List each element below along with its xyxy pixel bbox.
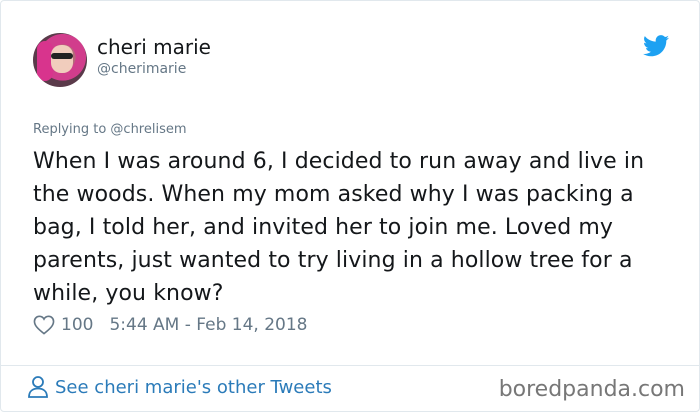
watermark: boredpanda.com <box>498 377 685 402</box>
author-handle[interactable]: @cherimarie <box>97 61 186 77</box>
like-count: 100 <box>61 315 94 335</box>
timestamp[interactable]: 5:44 AM - Feb 14, 2018 <box>109 315 307 335</box>
tweet-meta: 100 5:44 AM - Feb 14, 2018 <box>33 313 307 337</box>
person-icon <box>28 376 48 398</box>
see-other-tweets-label: See cheri marie's other Tweets <box>55 376 332 398</box>
avatar[interactable] <box>33 33 87 87</box>
avatar-face <box>51 45 73 73</box>
divider <box>1 365 700 366</box>
avatar-glasses <box>51 53 73 59</box>
tweet-card: cheri marie @cherimarie Replying to @chr… <box>0 0 700 412</box>
twitter-bird-icon[interactable] <box>643 35 669 57</box>
author-name[interactable]: cheri marie <box>97 35 211 59</box>
tweet-text: When I was around 6, I decided to run aw… <box>33 149 645 306</box>
replying-to[interactable]: Replying to @chrelisem <box>33 122 187 137</box>
heart-icon[interactable] <box>33 315 55 335</box>
see-other-tweets-link[interactable]: See cheri marie's other Tweets <box>27 375 332 399</box>
